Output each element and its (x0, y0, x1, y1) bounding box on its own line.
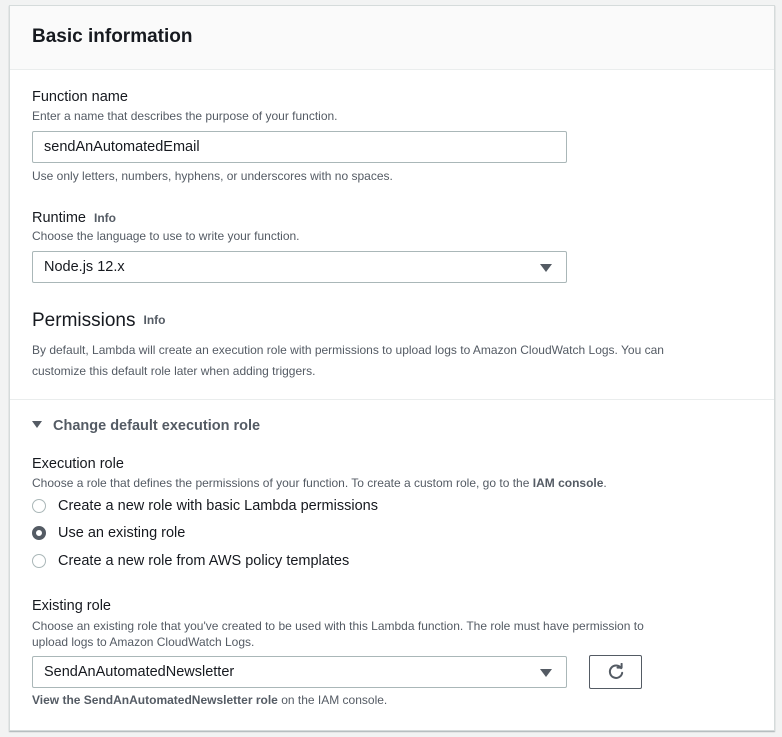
function-name-input[interactable]: sendAnAutomatedEmail (32, 131, 567, 163)
view-role-link[interactable]: View the SendAnAutomatedNewsletter role (32, 693, 278, 707)
radio-label: Create a new role with basic Lambda perm… (58, 498, 378, 514)
caret-down-icon (540, 264, 552, 272)
iam-console-link[interactable]: IAM console (533, 476, 604, 490)
permissions-info-link[interactable]: Info (143, 313, 165, 327)
execution-role-description-suffix: . (603, 476, 607, 490)
view-role-suffix: on the IAM console. (281, 693, 388, 707)
radio-button-selected[interactable] (32, 526, 46, 540)
runtime-label: Runtime (32, 210, 86, 226)
runtime-description: Choose the language to use to write your… (32, 229, 300, 243)
radio-option-existing-role[interactable]: Use an existing role (32, 525, 185, 541)
existing-role-description-line1: Choose an existing role that you've crea… (32, 619, 644, 633)
change-default-execution-role-toggle[interactable]: Change default execution role (32, 418, 260, 434)
execution-role-label: Execution role (32, 456, 124, 472)
panel-header: Basic information (10, 6, 774, 70)
runtime-selected-value: Node.js 12.x (44, 259, 125, 275)
view-role-line: View the SendAnAutomatedNewsletter role … (32, 693, 387, 707)
radio-button[interactable] (32, 554, 46, 568)
permissions-heading-row: Permissions Info (32, 310, 165, 332)
refresh-icon (608, 663, 623, 679)
execution-role-description: Choose a role that defines the permissio… (32, 476, 607, 490)
basic-information-panel: Basic information Function name Enter a … (9, 5, 775, 731)
radio-button[interactable] (32, 499, 46, 513)
permissions-description-line1: By default, Lambda will create an execut… (32, 343, 664, 357)
execution-role-description-text: Choose a role that defines the permissio… (32, 476, 530, 490)
existing-role-description-line2: upload logs to Amazon CloudWatch Logs. (32, 635, 255, 649)
section-divider (10, 399, 774, 400)
runtime-info-link[interactable]: Info (94, 211, 116, 225)
function-name-label: Function name (32, 89, 128, 105)
existing-role-selected-value: SendAnAutomatedNewsletter (44, 664, 235, 680)
permissions-title: Permissions (32, 310, 136, 331)
refresh-roles-button[interactable] (589, 655, 642, 689)
radio-option-new-basic-role[interactable]: Create a new role with basic Lambda perm… (32, 498, 378, 514)
radio-label: Use an existing role (58, 525, 186, 541)
runtime-label-row: Runtime Info (32, 209, 116, 227)
function-name-hint: Use only letters, numbers, hyphens, or u… (32, 169, 393, 183)
existing-role-select[interactable]: SendAnAutomatedNewsletter (32, 656, 567, 688)
existing-role-label: Existing role (32, 598, 111, 614)
permissions-description-line2: customize this default role later when a… (32, 364, 316, 378)
radio-label: Create a new role from AWS policy templa… (58, 553, 350, 569)
radio-option-policy-templates[interactable]: Create a new role from AWS policy templa… (32, 553, 349, 569)
panel-title: Basic information (32, 26, 193, 47)
function-name-description: Enter a name that describes the purpose … (32, 109, 338, 123)
runtime-select[interactable]: Node.js 12.x (32, 251, 567, 283)
caret-down-icon (540, 669, 552, 677)
toggle-label: Change default execution role (53, 418, 261, 434)
triangle-down-icon (32, 421, 42, 428)
